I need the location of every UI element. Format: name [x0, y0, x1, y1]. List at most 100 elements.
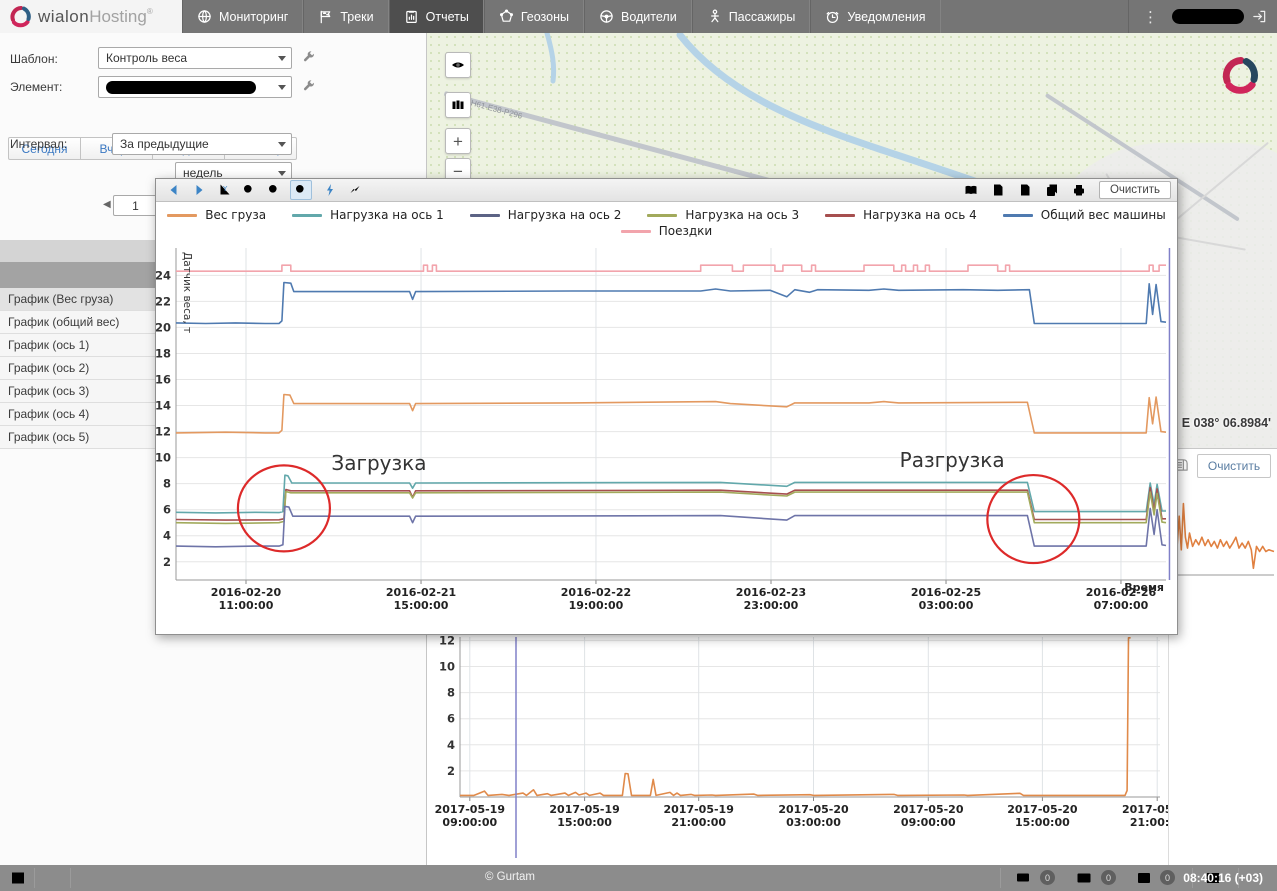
svg-text:16: 16 [156, 372, 171, 386]
svg-text:6: 6 [447, 712, 455, 726]
zoom-out-box-icon[interactable] [290, 180, 312, 200]
nav-right: ⋮ [1128, 0, 1277, 33]
nav-item-1[interactable]: Треки [303, 0, 388, 33]
svg-text:2017-05-19: 2017-05-19 [435, 803, 505, 816]
zoom-plus[interactable]: + [445, 128, 471, 154]
svg-text:2017-05-19: 2017-05-19 [549, 803, 619, 816]
toolbar-right-icons [964, 183, 1099, 197]
legend-label: Нагрузка на ось 2 [508, 208, 622, 222]
legend-color-line [825, 214, 855, 217]
separator [34, 868, 35, 888]
logout-icon[interactable] [1252, 9, 1267, 24]
message-count-badge: 0 [1040, 870, 1055, 885]
envelope-icon[interactable] [1076, 870, 1092, 891]
photo-icon[interactable] [1136, 870, 1152, 891]
prev-icon[interactable] [167, 183, 181, 197]
svg-text:2016-02-23: 2016-02-23 [736, 586, 806, 599]
svg-text:24: 24 [156, 268, 171, 282]
svg-text:2017-05-20: 2017-05-20 [1007, 803, 1078, 816]
right-chart-panel: Очистить [1168, 448, 1277, 865]
top-navigation: wialonHosting® МониторингТреки Отчеты Геоз… [0, 0, 1277, 33]
nav-item-5[interactable]: Пассажиры [692, 0, 811, 33]
svg-text:09:00:00: 09:00:00 [901, 816, 956, 829]
main-chart-svg[interactable]: 246810121416182022242016-02-2011:00:0020… [156, 244, 1177, 634]
report-template-icon[interactable] [964, 183, 978, 197]
popup-clear-button[interactable]: Очистить [1099, 181, 1171, 199]
interval-count-input[interactable] [113, 195, 158, 216]
nav-item-6[interactable]: Уведомления [810, 0, 940, 33]
export-pdf-icon[interactable] [991, 183, 1005, 197]
brand-suffix: Hosting [89, 7, 147, 26]
annotation-text: Разгрузка [900, 448, 1005, 472]
graph-icon[interactable] [348, 183, 362, 197]
interval-label: Интервал: [10, 137, 67, 151]
map-provider-logo [1222, 57, 1260, 95]
svg-text:Y: Y [222, 185, 228, 193]
svg-text:10: 10 [439, 659, 455, 673]
report-icon [404, 9, 419, 24]
series-Поездки [176, 265, 1166, 271]
menu-dots-icon[interactable]: ⋮ [1128, 0, 1172, 33]
legend-color-line [621, 230, 651, 233]
legend-item: Нагрузка на ось 1 [292, 208, 444, 222]
layers-icon[interactable] [445, 92, 471, 118]
next-icon[interactable] [192, 183, 206, 197]
template-select[interactable]: Контроль веса [98, 47, 292, 69]
legend-row-1: Вес груза Нагрузка на ось 1 Нагрузка на ос… [156, 208, 1177, 222]
legend-color-line [647, 214, 677, 217]
refresh-icon[interactable] [323, 183, 337, 197]
right-panel-clear-button[interactable]: Очистить [1197, 454, 1271, 478]
chart-legend: Вес груза Нагрузка на ось 1 Нагрузка на ос… [156, 202, 1177, 244]
interval-select[interactable]: За предыдущие [112, 133, 292, 155]
wialon-logo[interactable]: wialonHosting® [0, 0, 182, 33]
eye-icon[interactable] [445, 52, 471, 78]
username-redacted[interactable] [1172, 9, 1244, 24]
svg-text:07:00:00: 07:00:00 [1094, 599, 1149, 612]
nav-item-3[interactable]: Геозоны [484, 0, 584, 33]
list-icon[interactable] [44, 870, 60, 891]
print-icon[interactable] [1072, 183, 1086, 197]
zoom-out-icon[interactable] [267, 183, 281, 197]
unit-settings-wrench-icon[interactable] [302, 79, 316, 98]
legend-item: Поездки [621, 224, 712, 238]
annotation-text: Загрузка [331, 451, 426, 475]
nav-item-0[interactable]: Мониторинг [182, 0, 303, 33]
svg-text:20: 20 [156, 320, 171, 334]
template-label: Шаблон: [10, 52, 58, 66]
svg-text:11:00:00: 11:00:00 [219, 599, 274, 612]
svg-text:23:00:00: 23:00:00 [744, 599, 799, 612]
mini-sensor-chart-svg [1169, 487, 1276, 582]
report-chart-popup: Y Очистить Вес груза Нагрузка на ось 1 Наг… [155, 178, 1178, 635]
globe-icon [197, 9, 212, 24]
zoom-in-icon[interactable] [242, 183, 256, 197]
template-settings-wrench-icon[interactable] [302, 50, 316, 69]
message-icon[interactable] [1015, 870, 1031, 891]
nav-item-label: Водители [621, 10, 677, 24]
copy-icon[interactable] [1045, 183, 1059, 197]
nav-item-2[interactable]: Отчеты [389, 0, 484, 33]
bottom-chart-svg[interactable]: 246810122017-05-1909:00:002017-05-1915:0… [427, 598, 1277, 865]
export-excel-icon[interactable] [1018, 183, 1032, 197]
series-Общий вес машины [176, 283, 1166, 324]
y-axis-title: Датчик веса, т [181, 252, 193, 333]
geofence-icon [499, 9, 514, 24]
legend-item: Вес груза [167, 208, 266, 222]
legend-label: Нагрузка на ось 3 [685, 208, 799, 222]
series-Датчик веса [1171, 504, 1274, 569]
popup-toolbar: Y Очистить [156, 179, 1177, 202]
nav-item-4[interactable]: Водители [584, 0, 692, 33]
nav-item-label: Отчеты [426, 10, 469, 24]
count-decrement-arrow-icon[interactable]: ◀ [103, 199, 111, 210]
svg-text:15:00:00: 15:00:00 [1015, 816, 1070, 829]
svg-text:6: 6 [163, 503, 171, 517]
svg-text:22: 22 [156, 294, 171, 308]
chevron-down-icon [278, 171, 286, 176]
nav-item-label: Пассажиры [729, 10, 796, 24]
unit-select[interactable] [98, 76, 292, 98]
svg-text:18: 18 [156, 346, 171, 360]
mail-count-badge: 0 [1101, 870, 1116, 885]
window-icon[interactable] [10, 870, 26, 891]
legend-item: Нагрузка на ось 3 [647, 208, 799, 222]
nav-items: МониторингТреки Отчеты Геозоны Водители Пасс… [182, 0, 941, 33]
y-scale-icon[interactable]: Y [217, 183, 231, 197]
